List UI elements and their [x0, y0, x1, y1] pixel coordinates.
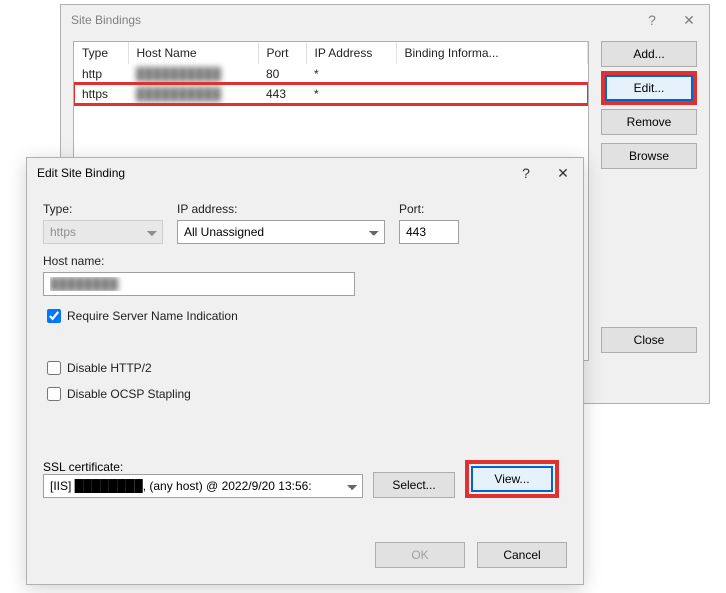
edit-button[interactable]: Edit... — [605, 75, 693, 101]
table-row[interactable]: https ██████████ 443 * — [74, 84, 588, 104]
type-select: https — [43, 220, 163, 244]
edit-button-highlight: Edit... — [601, 71, 697, 105]
disable-ocsp-checkbox[interactable] — [47, 387, 61, 401]
select-cert-button[interactable]: Select... — [373, 472, 455, 498]
help-icon[interactable]: ? — [509, 165, 543, 181]
table-row[interactable]: http ██████████ 80 * — [74, 64, 588, 84]
close-icon[interactable]: ✕ — [543, 165, 583, 182]
view-button-highlight: View... — [465, 460, 559, 498]
sni-label: Require Server Name Indication — [67, 309, 238, 323]
help-icon[interactable]: ? — [635, 12, 669, 28]
view-cert-button[interactable]: View... — [471, 466, 553, 492]
titlebar: Edit Site Binding ? ✕ — [27, 158, 583, 188]
add-button[interactable]: Add... — [601, 41, 697, 67]
port-label: Port: — [399, 202, 459, 216]
remove-button[interactable]: Remove — [601, 109, 697, 135]
port-input[interactable] — [399, 220, 459, 244]
hostname-label: Host name: — [43, 254, 567, 268]
disable-http2-checkbox[interactable] — [47, 361, 61, 375]
titlebar: Site Bindings ? ✕ — [61, 5, 709, 35]
disable-http2-label: Disable HTTP/2 — [67, 361, 152, 375]
browse-button[interactable]: Browse — [601, 143, 697, 169]
col-info[interactable]: Binding Informa... — [396, 42, 588, 64]
ip-label: IP address: — [177, 202, 385, 216]
ssl-cert-label: SSL certificate: — [43, 460, 363, 474]
col-hostname[interactable]: Host Name — [128, 42, 258, 64]
col-ip[interactable]: IP Address — [306, 42, 396, 64]
ok-button[interactable]: OK — [375, 542, 465, 568]
ssl-cert-select[interactable]: [IIS] ████████, (any host) @ 2022/9/20 1… — [43, 474, 363, 498]
close-icon[interactable]: ✕ — [669, 12, 709, 29]
sni-checkbox[interactable] — [47, 309, 61, 323]
table-header: Type Host Name Port IP Address Binding I… — [74, 42, 588, 64]
dialog-title: Edit Site Binding — [37, 166, 509, 180]
disable-ocsp-label: Disable OCSP Stapling — [67, 387, 191, 401]
ip-select[interactable]: All Unassigned — [177, 220, 385, 244]
cancel-button[interactable]: Cancel — [477, 542, 567, 568]
col-type[interactable]: Type — [74, 42, 128, 64]
edit-site-binding-dialog: Edit Site Binding ? ✕ Type: https IP add… — [26, 157, 584, 585]
hostname-input[interactable] — [43, 272, 355, 296]
close-button[interactable]: Close — [601, 327, 697, 353]
col-port[interactable]: Port — [258, 42, 306, 64]
dialog-title: Site Bindings — [71, 13, 635, 27]
type-label: Type: — [43, 202, 163, 216]
